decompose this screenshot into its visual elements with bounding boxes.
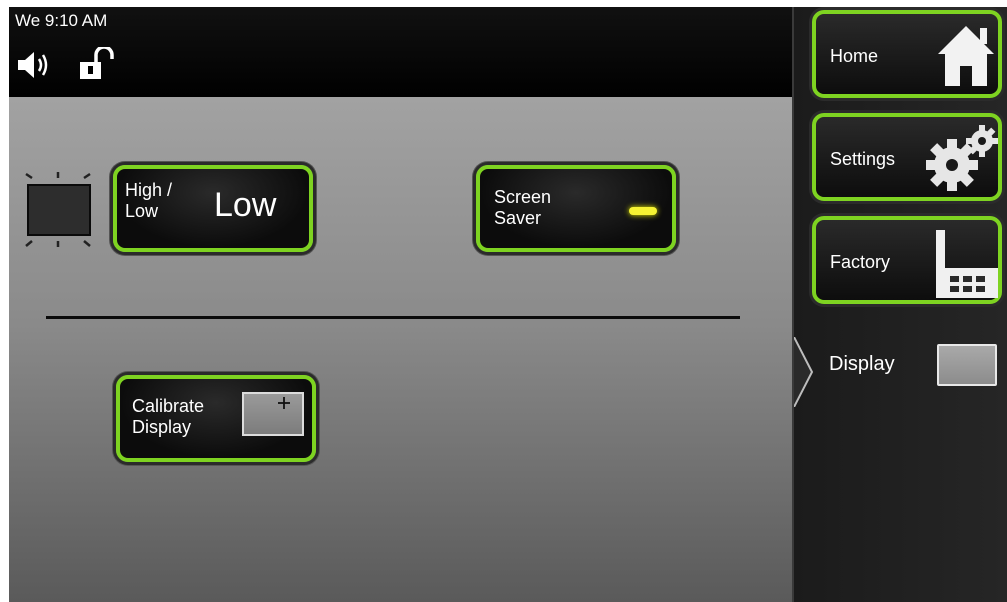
unlocked-padlock-icon[interactable] xyxy=(78,47,116,81)
high-low-label-line1: High / xyxy=(125,180,173,200)
home-label: Home xyxy=(830,46,879,66)
screen-saver-indicator xyxy=(629,207,657,215)
house-icon xyxy=(938,26,994,86)
current-page-arrow-icon xyxy=(794,337,814,407)
calibrate-label-line2: Display xyxy=(132,417,192,437)
display-square-icon xyxy=(937,344,997,386)
calibrate-label-line1: Calibrate xyxy=(132,396,205,416)
brightness-icon xyxy=(20,169,100,249)
screen-saver-label-line2: Saver xyxy=(494,208,542,228)
brightness-square xyxy=(27,184,91,236)
current-page-label: Display xyxy=(829,353,895,375)
status-bar: We 9:10 AM xyxy=(9,7,792,97)
calibrate-display-button[interactable]: Calibrate Display xyxy=(116,375,316,462)
settings-label: Settings xyxy=(830,149,896,169)
factory-label: Factory xyxy=(830,252,891,272)
navigation-sidebar: Home Settings Factory Display xyxy=(792,7,1007,602)
home-button[interactable]: Home xyxy=(812,10,1002,98)
device-screen: We 9:10 AM High / Low Low Screen Saver C… xyxy=(9,7,1007,602)
screen-saver-button[interactable]: Screen Saver xyxy=(476,165,676,252)
clock: We 9:10 AM xyxy=(15,11,108,30)
section-divider xyxy=(46,316,740,319)
screen-saver-label-line1: Screen xyxy=(494,187,552,207)
calibrate-crosshair-icon xyxy=(242,392,304,436)
gears-icon xyxy=(926,125,998,191)
factory-button[interactable]: Factory xyxy=(812,216,1002,304)
speaker-on-icon[interactable] xyxy=(18,51,56,79)
settings-button[interactable]: Settings xyxy=(812,113,1002,201)
high-low-value: Low xyxy=(214,186,277,224)
display-settings-panel: High / Low Low Screen Saver Calibrate Di… xyxy=(9,97,792,602)
high-low-label-line2: Low xyxy=(125,201,159,221)
factory-icon xyxy=(936,230,998,298)
high-low-button[interactable]: High / Low Low xyxy=(113,165,313,252)
